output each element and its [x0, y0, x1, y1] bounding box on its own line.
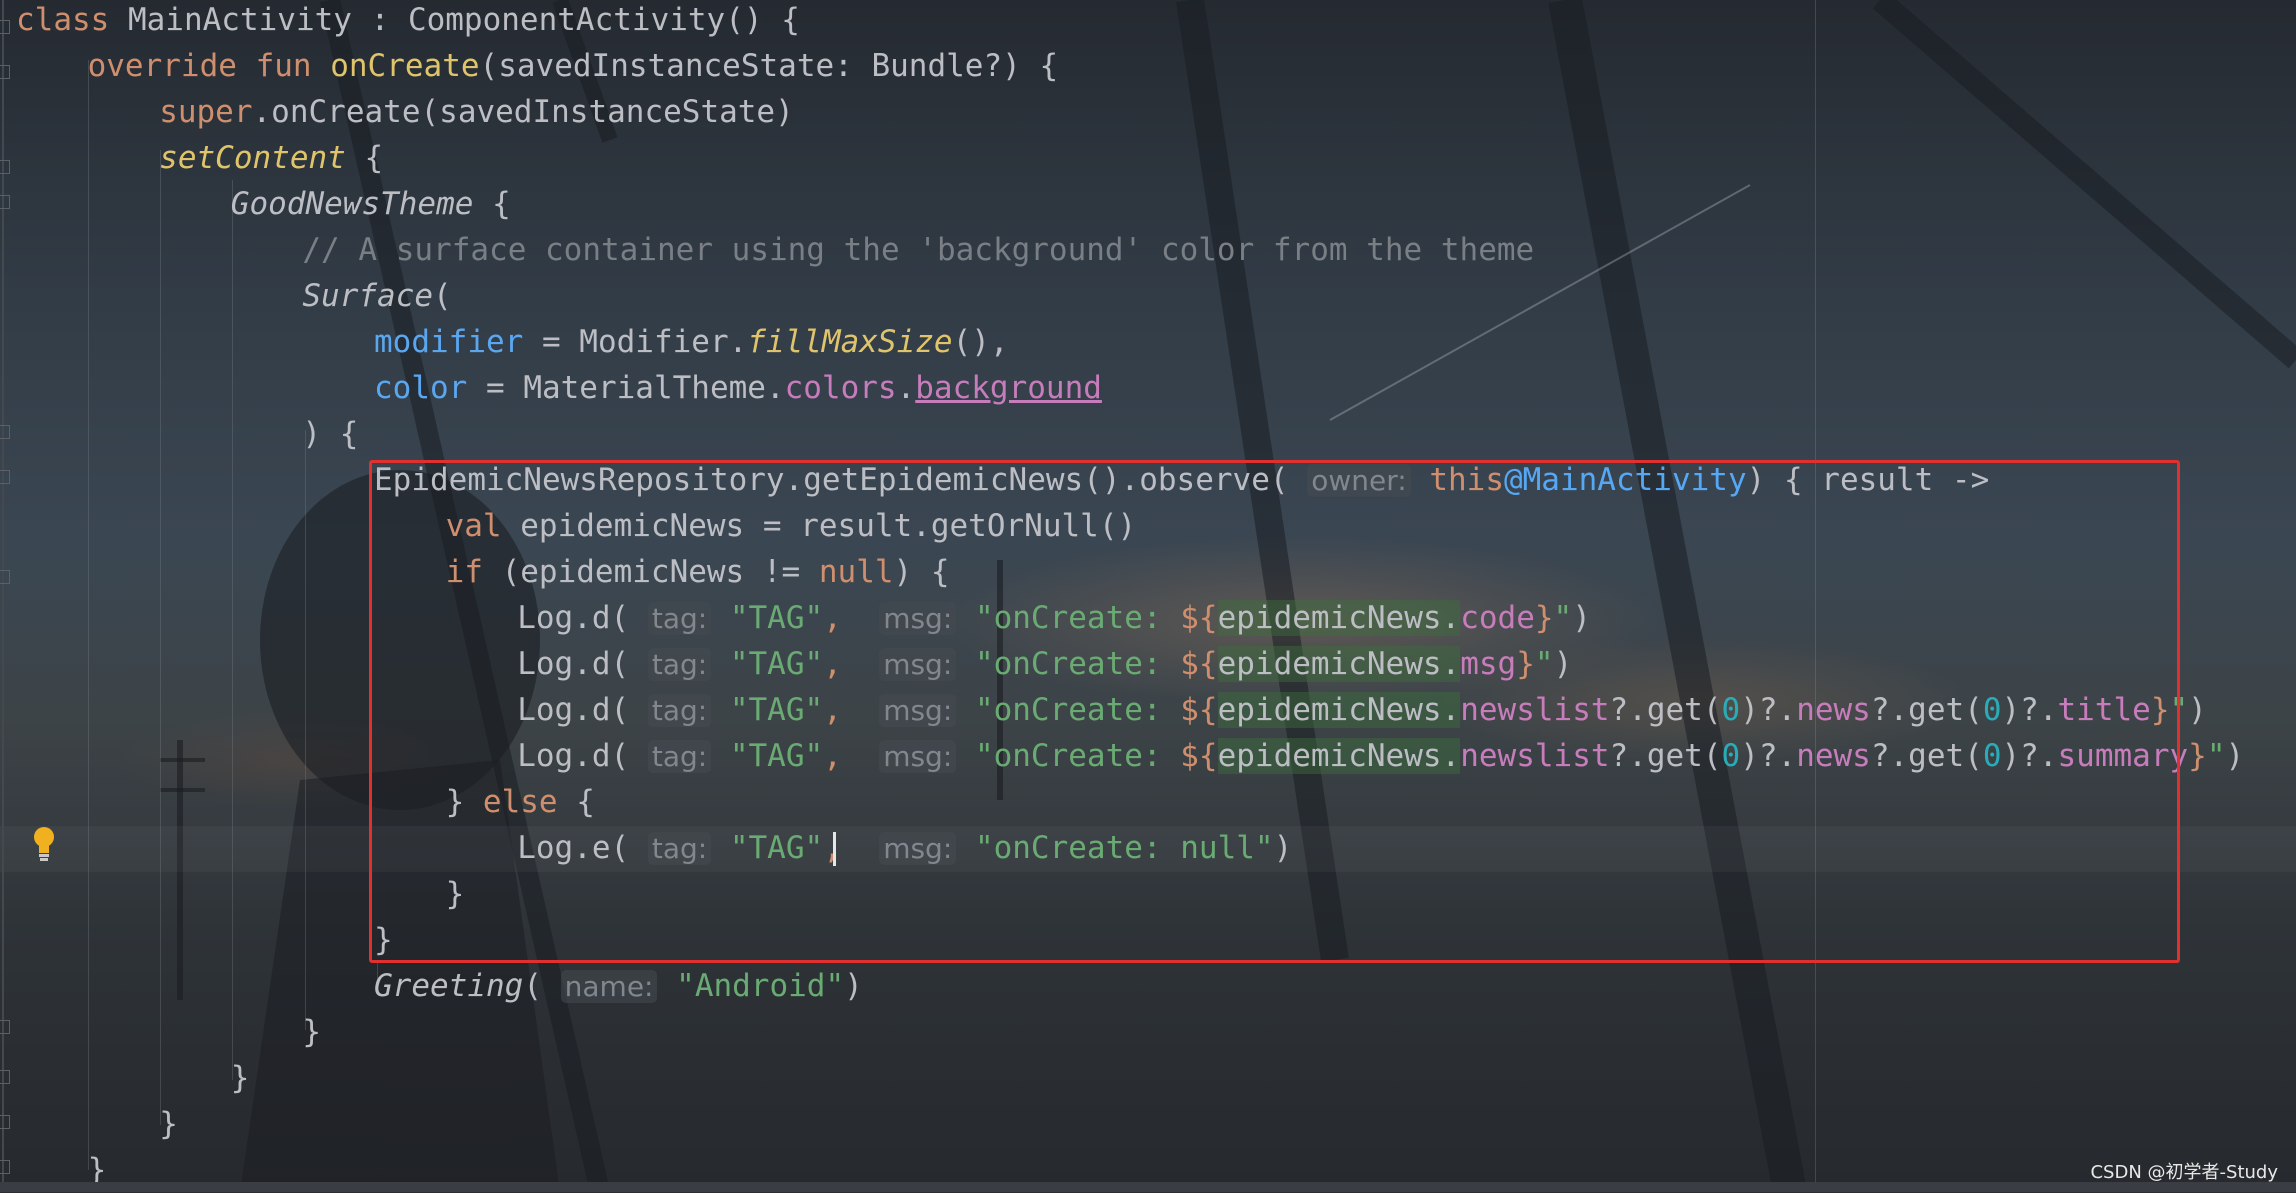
code-token: ) { [302, 416, 359, 452]
fold-marker[interactable] [0, 425, 10, 439]
code-line[interactable]: setContent { [159, 135, 383, 181]
code-line[interactable]: super.onCreate(savedInstanceState) [159, 89, 794, 135]
code-token: Surface [302, 278, 434, 314]
code-token: (savedInstanceState: Bundle?) { [479, 48, 1059, 84]
fold-marker[interactable] [0, 470, 10, 484]
indent-guide-line [160, 150, 161, 1125]
fold-marker[interactable] [0, 1070, 10, 1084]
code-token: super [159, 94, 253, 130]
code-token: { [345, 140, 384, 176]
code-token: MainActivity : ComponentActivity() { [127, 2, 800, 38]
code-token: ) [844, 968, 863, 1004]
code-token: ) [2188, 692, 2207, 728]
code-token: override fun [87, 48, 331, 84]
fold-marker[interactable] [0, 160, 10, 174]
code-token: ) [2225, 738, 2245, 774]
watermark: CSDN @初学者-Study [2090, 1162, 2278, 1183]
code-token: setContent [159, 140, 346, 176]
code-token: class [16, 2, 128, 38]
code-line[interactable]: } [159, 1101, 178, 1147]
fold-marker[interactable] [0, 1160, 10, 1174]
code-token: } [159, 1106, 178, 1142]
code-line[interactable]: color = MaterialTheme.colors.background [374, 365, 1102, 411]
code-token: color [374, 370, 468, 406]
code-token: = MaterialTheme. [467, 370, 785, 406]
code-token: } [302, 1014, 322, 1050]
code-token: ( [523, 968, 561, 1004]
code-token: . [896, 370, 916, 406]
code-line[interactable]: modifier = Modifier.fillMaxSize(), [374, 319, 1009, 365]
code-line[interactable]: override fun onCreate(savedInstanceState… [88, 43, 1059, 89]
code-token: { [473, 186, 511, 222]
code-token: (), [952, 324, 1009, 360]
code-token: } [230, 1060, 250, 1096]
lightbulb-icon[interactable] [32, 826, 56, 862]
code-token: fillMaxSize [747, 324, 953, 360]
highlight-annotation-box [369, 460, 2180, 963]
code-token: GoodNewsTheme [230, 186, 474, 222]
text-caret [833, 832, 836, 866]
fold-marker[interactable] [0, 1020, 10, 1034]
code-token: colors [784, 370, 897, 406]
indent-guide-line [88, 60, 89, 1170]
code-line[interactable]: } [231, 1055, 250, 1101]
code-token: = Modifier. [523, 324, 748, 360]
fold-marker[interactable] [0, 65, 10, 79]
gutter-divider [2, 0, 4, 1192]
fold-marker[interactable] [0, 570, 10, 584]
fold-marker[interactable] [0, 20, 10, 34]
code-token: onCreate [330, 48, 480, 84]
code-line[interactable]: GoodNewsTheme { [231, 181, 511, 227]
code-line[interactable]: ) { [302, 411, 358, 457]
fold-marker[interactable] [0, 1115, 10, 1129]
editor-bottom-edge [0, 1182, 2296, 1192]
parameter-hint: name: [560, 970, 658, 1003]
code-token: " [2206, 738, 2226, 774]
code-token: modifier [374, 324, 524, 360]
code-token: ( [433, 278, 452, 314]
code-line[interactable]: Surface( [302, 273, 451, 319]
code-line[interactable]: // A surface container using the 'backgr… [302, 227, 1534, 273]
code-line[interactable]: class MainActivity : ComponentActivity()… [16, 0, 800, 43]
code-token: } [2188, 738, 2207, 774]
code-token: background [915, 370, 1102, 406]
fold-marker[interactable] [0, 195, 10, 209]
code-token: .onCreate(savedInstanceState) [252, 94, 794, 130]
code-token: // A surface container using the 'backgr… [302, 232, 1535, 268]
code-token: Greeting [374, 968, 524, 1004]
code-token: "Android" [676, 968, 845, 1004]
code-line[interactable]: Greeting( name: "Android") [374, 963, 863, 1009]
indent-guide-line [305, 430, 306, 1030]
indent-guide-line [232, 180, 233, 1080]
code-line[interactable]: } [302, 1009, 321, 1055]
